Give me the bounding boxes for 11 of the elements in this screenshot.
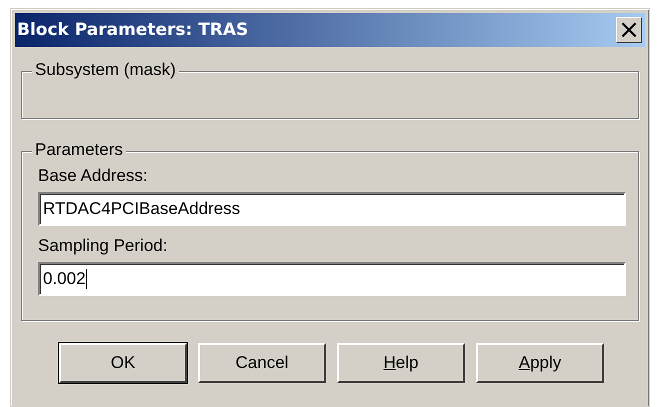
input-field[interactable]: 0.002 bbox=[38, 262, 626, 296]
field-label: Base Address: bbox=[38, 166, 149, 186]
dialog-button[interactable]: OK bbox=[59, 343, 187, 383]
dialog-button[interactable]: Apply bbox=[476, 343, 604, 383]
dialog-button[interactable]: Cancel bbox=[198, 343, 326, 383]
window-title: Block Parameters: TRAS bbox=[17, 20, 248, 40]
field-label: Sampling Period: bbox=[38, 236, 168, 256]
input-field[interactable]: RTDAC4PCIBaseAddress bbox=[38, 192, 626, 226]
close-button[interactable]: × bbox=[616, 17, 642, 43]
group-title: Subsystem (mask) bbox=[32, 60, 179, 80]
dialog-button[interactable]: Help bbox=[337, 343, 465, 383]
